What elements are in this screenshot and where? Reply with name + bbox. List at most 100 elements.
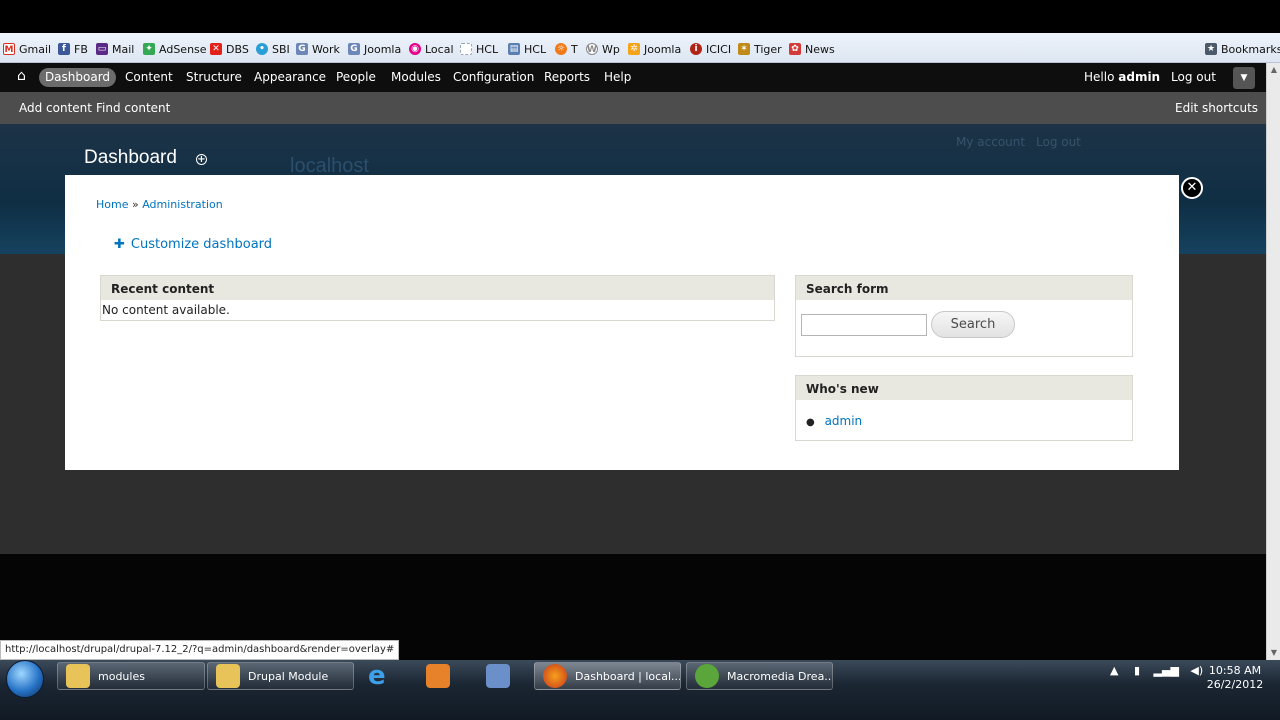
clock-date: 26/2/2012	[1206, 678, 1264, 691]
shortcuts-bar: Add content Find content Edit shortcuts	[0, 92, 1266, 124]
gmail-icon: M	[3, 43, 15, 55]
toolbar-reports[interactable]: Reports	[544, 70, 590, 84]
bookmark-adsense[interactable]: ✦ AdSense	[143, 42, 207, 56]
taskbar-dreamweaver[interactable]: Macromedia Drea...	[686, 662, 833, 690]
bookmark-wp[interactable]: W Wp	[586, 42, 620, 56]
search-input[interactable]	[801, 314, 927, 336]
media-player-icon	[426, 664, 450, 688]
hcl-doc-icon: ▤	[508, 43, 520, 55]
bookmark-local[interactable]: ◉ Local	[409, 42, 454, 56]
bookmark-tiger[interactable]: ✶ Tiger	[738, 42, 782, 56]
close-icon[interactable]: ✕	[1181, 177, 1203, 199]
scrollbar[interactable]: ▲ ▼	[1266, 63, 1280, 660]
news-icon: ✿	[789, 43, 801, 55]
google-icon: G	[348, 43, 360, 55]
taskbar-media-player[interactable]	[426, 662, 462, 690]
edit-shortcuts-link[interactable]: Edit shortcuts	[1175, 101, 1258, 115]
my-account-link[interactable]: My account	[956, 135, 1025, 149]
customize-dashboard-link[interactable]: ✚ Customize dashboard	[114, 237, 272, 252]
start-button[interactable]	[6, 660, 44, 698]
bookmark-t[interactable]: ☼ T	[555, 42, 578, 56]
toolbar-modules[interactable]: Modules	[391, 70, 441, 84]
toolbar-help[interactable]: Help	[604, 70, 631, 84]
bookmark-icici[interactable]: i ICICI	[690, 42, 731, 56]
toolbar-appearance[interactable]: Appearance	[254, 70, 326, 84]
recent-content-block: Recent content No content available.	[100, 275, 775, 321]
overlay-dialog: Recent content No content available. Sea…	[65, 175, 1179, 470]
toolbar-structure[interactable]: Structure	[186, 70, 242, 84]
breadcrumb: Home » Administration	[96, 198, 223, 211]
bookmark-news[interactable]: ✿ News	[789, 42, 835, 56]
toolbar-dashboard[interactable]: Dashboard	[39, 68, 116, 87]
bookmark-dbs[interactable]: ✕ DBS	[210, 42, 249, 56]
header-logout-link[interactable]: Log out	[1036, 135, 1081, 149]
breadcrumb-home[interactable]: Home	[96, 198, 128, 211]
breadcrumb-separator: »	[131, 198, 139, 211]
admin-toolbar: ⌂ Dashboard Content Structure Appearance…	[0, 63, 1266, 92]
scroll-up-icon[interactable]: ▲	[1267, 65, 1280, 75]
bookmark-work[interactable]: G Work	[296, 42, 340, 56]
toolbar-people[interactable]: People	[336, 70, 376, 84]
facebook-icon: f	[58, 43, 70, 55]
search-form-title: Search form	[796, 276, 1132, 300]
search-button[interactable]: Search	[931, 311, 1015, 338]
bookmarks-menu[interactable]: ★ Bookmarks	[1205, 42, 1280, 56]
bookmark-sbi[interactable]: • SBI	[256, 42, 290, 56]
bookmark-gmail[interactable]: M Gmail	[3, 42, 51, 56]
bookmark-joomla-1[interactable]: G Joomla	[348, 42, 401, 56]
toolbar-content[interactable]: Content	[125, 70, 173, 84]
clock-time: 10:58 AM	[1208, 664, 1262, 677]
taskbar-drupal-module[interactable]: Drupal Module	[207, 662, 354, 690]
recent-content-title: Recent content	[101, 276, 774, 300]
tool-icon	[486, 664, 510, 688]
folder-icon	[216, 664, 240, 688]
tray-expand-icon[interactable]: ▲	[1110, 664, 1118, 677]
t-icon: ☼	[555, 43, 567, 55]
taskbar-clock[interactable]: 10:58 AM 26/2/2012	[1200, 664, 1270, 692]
whos-new-block: Who's new ● admin	[795, 375, 1133, 441]
signal-icon[interactable]: ▂▄▆	[1154, 664, 1179, 677]
internet-explorer-icon: e	[368, 662, 386, 690]
page-title: Dashboard	[84, 147, 177, 168]
plus-icon: ✚	[114, 237, 125, 252]
bookmark-hcl-2[interactable]: ▤ HCL	[508, 42, 546, 56]
toolbar-logout[interactable]: Log out	[1171, 70, 1216, 84]
system-tray: ▲ ▮ ▂▄▆ ◀)	[1110, 664, 1203, 677]
taskbar-firefox-dashboard[interactable]: Dashboard | local...	[534, 662, 681, 690]
bookmark-joomla-2[interactable]: ✲ Joomla	[628, 42, 681, 56]
dbs-icon: ✕	[210, 43, 222, 55]
shortcut-add-content[interactable]: Add content	[19, 101, 92, 115]
add-shortcut-icon[interactable]: +	[196, 154, 207, 165]
shortcut-find-content[interactable]: Find content	[96, 101, 170, 115]
tiger-icon: ✶	[738, 43, 750, 55]
bookmark-fb[interactable]: f FB	[58, 42, 88, 56]
chevron-down-icon[interactable]: ▼	[1233, 67, 1255, 89]
username: admin	[1118, 70, 1161, 84]
taskbar-internet-explorer[interactable]: e	[368, 662, 404, 690]
whos-new-title: Who's new	[796, 376, 1132, 400]
scroll-down-icon[interactable]: ▼	[1267, 648, 1280, 658]
whos-new-list: ● admin	[796, 400, 1132, 442]
hello-user: Hello admin	[1084, 70, 1160, 84]
firefox-icon	[543, 664, 567, 688]
wordpress-icon: W	[586, 43, 598, 55]
bookmark-mail[interactable]: ▭ Mail	[96, 42, 134, 56]
dreamweaver-icon	[695, 664, 719, 688]
taskbar-tool[interactable]	[486, 662, 522, 690]
joomla-icon: ✲	[628, 43, 640, 55]
local-icon: ◉	[409, 43, 421, 55]
bookmark-hcl-1[interactable]: HCL	[460, 42, 498, 56]
home-icon[interactable]: ⌂	[17, 68, 26, 84]
taskbar: modules Drupal Module e Dashboard | loca…	[0, 660, 1280, 720]
network-icon[interactable]: ▮	[1134, 664, 1140, 677]
bookmarks-bar: M Gmail f FB ▭ Mail ✦ AdSense ✕ DBS • SBI G Wor…	[0, 33, 1280, 63]
taskbar-modules[interactable]: modules	[57, 662, 205, 690]
user-link-admin[interactable]: admin	[825, 414, 863, 428]
search-form-block: Search form Search	[795, 275, 1133, 357]
yahoo-mail-icon: ▭	[96, 43, 108, 55]
breadcrumb-administration[interactable]: Administration	[142, 198, 223, 211]
status-url: http://localhost/drupal/drupal-7.12_2/?q…	[0, 640, 400, 660]
google-icon: G	[296, 43, 308, 55]
toolbar-configuration[interactable]: Configuration	[453, 70, 534, 84]
star-icon: ★	[1205, 43, 1217, 55]
